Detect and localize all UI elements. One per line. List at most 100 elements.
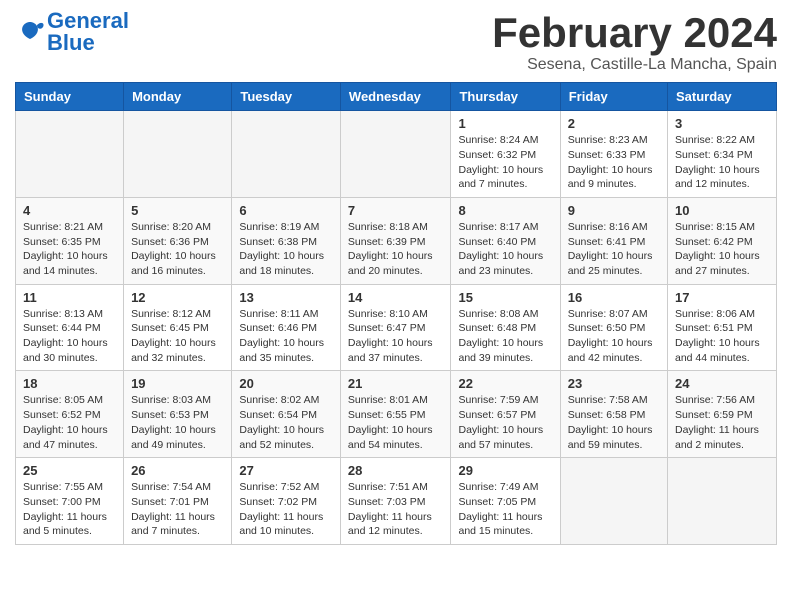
- day-info: Sunrise: 8:21 AM Sunset: 6:35 PM Dayligh…: [23, 220, 116, 279]
- calendar-cell: 13 Sunrise: 8:11 AM Sunset: 6:46 PM Dayli…: [232, 284, 341, 371]
- day-number: 25: [23, 463, 116, 478]
- weekday-header: Sunday: [16, 83, 124, 111]
- weekday-header-row: SundayMondayTuesdayWednesdayThursdayFrid…: [16, 83, 777, 111]
- calendar-cell: 27Sunrise: 7:52 AM Sunset: 7:02 PM Dayli…: [232, 458, 341, 545]
- day-number: 21: [348, 376, 444, 391]
- logo-blue: Blue: [47, 30, 95, 55]
- day-number: 15: [458, 290, 552, 305]
- day-number: 17: [675, 290, 769, 305]
- calendar-cell: 22Sunrise: 7:59 AM Sunset: 6:57 PM Dayli…: [451, 371, 560, 458]
- calendar-cell: 15 Sunrise: 8:08 AM Sunset: 6:48 PM Dayli…: [451, 284, 560, 371]
- day-number: 16: [568, 290, 660, 305]
- day-number: 18: [23, 376, 116, 391]
- day-info: Sunrise: 7:55 AM Sunset: 7:00 PM Dayligh…: [23, 480, 116, 539]
- weekday-header: Tuesday: [232, 83, 341, 111]
- logo-icon: [15, 17, 45, 47]
- day-info: Sunrise: 8:19 AM Sunset: 6:38 PM Dayligh…: [239, 220, 333, 279]
- calendar-cell: 26Sunrise: 7:54 AM Sunset: 7:01 PM Dayli…: [124, 458, 232, 545]
- calendar-cell: 5 Sunrise: 8:20 AM Sunset: 6:36 PM Daylig…: [124, 197, 232, 284]
- day-number: 27: [239, 463, 333, 478]
- weekday-header: Thursday: [451, 83, 560, 111]
- calendar-table: SundayMondayTuesdayWednesdayThursdayFrid…: [15, 82, 777, 545]
- day-number: 10: [675, 203, 769, 218]
- calendar-cell: 11 Sunrise: 8:13 AM Sunset: 6:44 PM Dayli…: [16, 284, 124, 371]
- calendar-cell: [124, 111, 232, 198]
- calendar-week-row: 4Sunrise: 8:21 AM Sunset: 6:35 PM Daylig…: [16, 197, 777, 284]
- day-number: 9: [568, 203, 660, 218]
- day-number: 6: [239, 203, 333, 218]
- day-info: Sunrise: 7:49 AM Sunset: 7:05 PM Dayligh…: [458, 480, 552, 539]
- calendar-cell: 18 Sunrise: 8:05 AM Sunset: 6:52 PM Dayli…: [16, 371, 124, 458]
- calendar-cell: 3 Sunrise: 8:22 AM Sunset: 6:34 PM Daylig…: [668, 111, 777, 198]
- calendar-week-row: 1Sunrise: 8:24 AM Sunset: 6:32 PM Daylig…: [16, 111, 777, 198]
- day-number: 23: [568, 376, 660, 391]
- month-title: February 2024: [492, 10, 777, 56]
- calendar-cell: 9Sunrise: 8:16 AM Sunset: 6:41 PM Daylig…: [560, 197, 667, 284]
- calendar-cell: 28 Sunrise: 7:51 AM Sunset: 7:03 PM Dayli…: [340, 458, 451, 545]
- logo: General Blue: [15, 10, 129, 54]
- calendar-cell: 25 Sunrise: 7:55 AM Sunset: 7:00 PM Dayli…: [16, 458, 124, 545]
- day-info: Sunrise: 8:22 AM Sunset: 6:34 PM Dayligh…: [675, 133, 769, 192]
- day-info: Sunrise: 8:02 AM Sunset: 6:54 PM Dayligh…: [239, 393, 333, 452]
- day-number: 5: [131, 203, 224, 218]
- day-info: Sunrise: 8:11 AM Sunset: 6:46 PM Dayligh…: [239, 307, 333, 366]
- day-info: Sunrise: 8:15 AM Sunset: 6:42 PM Dayligh…: [675, 220, 769, 279]
- title-section: February 2024 Sesena, Castille-La Mancha…: [492, 10, 777, 74]
- day-info: Sunrise: 8:23 AM Sunset: 6:33 PM Dayligh…: [568, 133, 660, 192]
- day-number: 11: [23, 290, 116, 305]
- day-number: 28: [348, 463, 444, 478]
- day-info: Sunrise: 7:54 AM Sunset: 7:01 PM Dayligh…: [131, 480, 224, 539]
- calendar-cell: 7 Sunrise: 8:18 AM Sunset: 6:39 PM Daylig…: [340, 197, 451, 284]
- day-number: 29: [458, 463, 552, 478]
- day-info: Sunrise: 7:56 AM Sunset: 6:59 PM Dayligh…: [675, 393, 769, 452]
- calendar-cell: 23 Sunrise: 7:58 AM Sunset: 6:58 PM Dayli…: [560, 371, 667, 458]
- day-info: Sunrise: 8:10 AM Sunset: 6:47 PM Dayligh…: [348, 307, 444, 366]
- calendar-cell: 12 Sunrise: 8:12 AM Sunset: 6:45 PM Dayli…: [124, 284, 232, 371]
- calendar-cell: 14 Sunrise: 8:10 AM Sunset: 6:47 PM Dayli…: [340, 284, 451, 371]
- day-info: Sunrise: 8:20 AM Sunset: 6:36 PM Dayligh…: [131, 220, 224, 279]
- calendar-cell: 20 Sunrise: 8:02 AM Sunset: 6:54 PM Dayli…: [232, 371, 341, 458]
- day-number: 24: [675, 376, 769, 391]
- day-number: 19: [131, 376, 224, 391]
- calendar-week-row: 25 Sunrise: 7:55 AM Sunset: 7:00 PM Dayli…: [16, 458, 777, 545]
- calendar-cell: 17 Sunrise: 8:06 AM Sunset: 6:51 PM Dayli…: [668, 284, 777, 371]
- calendar-cell: 6 Sunrise: 8:19 AM Sunset: 6:38 PM Daylig…: [232, 197, 341, 284]
- calendar-cell: [668, 458, 777, 545]
- calendar-cell: 29 Sunrise: 7:49 AM Sunset: 7:05 PM Dayli…: [451, 458, 560, 545]
- day-info: Sunrise: 7:51 AM Sunset: 7:03 PM Dayligh…: [348, 480, 444, 539]
- day-info: Sunrise: 7:58 AM Sunset: 6:58 PM Dayligh…: [568, 393, 660, 452]
- calendar-week-row: 11 Sunrise: 8:13 AM Sunset: 6:44 PM Dayli…: [16, 284, 777, 371]
- calendar-week-row: 18 Sunrise: 8:05 AM Sunset: 6:52 PM Dayli…: [16, 371, 777, 458]
- day-info: Sunrise: 8:05 AM Sunset: 6:52 PM Dayligh…: [23, 393, 116, 452]
- day-number: 12: [131, 290, 224, 305]
- day-info: Sunrise: 8:06 AM Sunset: 6:51 PM Dayligh…: [675, 307, 769, 366]
- day-info: Sunrise: 8:12 AM Sunset: 6:45 PM Dayligh…: [131, 307, 224, 366]
- calendar-cell: 1Sunrise: 8:24 AM Sunset: 6:32 PM Daylig…: [451, 111, 560, 198]
- day-number: 7: [348, 203, 444, 218]
- day-info: Sunrise: 8:13 AM Sunset: 6:44 PM Dayligh…: [23, 307, 116, 366]
- day-info: Sunrise: 8:18 AM Sunset: 6:39 PM Dayligh…: [348, 220, 444, 279]
- page-header: General Blue February 2024 Sesena, Casti…: [15, 10, 777, 74]
- calendar-cell: 8 Sunrise: 8:17 AM Sunset: 6:40 PM Daylig…: [451, 197, 560, 284]
- day-info: Sunrise: 7:59 AM Sunset: 6:57 PM Dayligh…: [458, 393, 552, 452]
- day-info: Sunrise: 8:17 AM Sunset: 6:40 PM Dayligh…: [458, 220, 552, 279]
- calendar-cell: 2 Sunrise: 8:23 AM Sunset: 6:33 PM Daylig…: [560, 111, 667, 198]
- weekday-header: Monday: [124, 83, 232, 111]
- day-info: Sunrise: 8:24 AM Sunset: 6:32 PM Dayligh…: [458, 133, 552, 192]
- calendar-cell: [232, 111, 341, 198]
- calendar-cell: 24 Sunrise: 7:56 AM Sunset: 6:59 PM Dayli…: [668, 371, 777, 458]
- calendar-cell: 16Sunrise: 8:07 AM Sunset: 6:50 PM Dayli…: [560, 284, 667, 371]
- weekday-header: Wednesday: [340, 83, 451, 111]
- day-info: Sunrise: 8:03 AM Sunset: 6:53 PM Dayligh…: [131, 393, 224, 452]
- day-number: 3: [675, 116, 769, 131]
- day-number: 14: [348, 290, 444, 305]
- calendar-cell: 21Sunrise: 8:01 AM Sunset: 6:55 PM Dayli…: [340, 371, 451, 458]
- weekday-header: Saturday: [668, 83, 777, 111]
- day-number: 20: [239, 376, 333, 391]
- day-info: Sunrise: 8:08 AM Sunset: 6:48 PM Dayligh…: [458, 307, 552, 366]
- day-number: 2: [568, 116, 660, 131]
- location-title: Sesena, Castille-La Mancha, Spain: [492, 56, 777, 74]
- day-number: 8: [458, 203, 552, 218]
- day-number: 13: [239, 290, 333, 305]
- calendar-cell: [16, 111, 124, 198]
